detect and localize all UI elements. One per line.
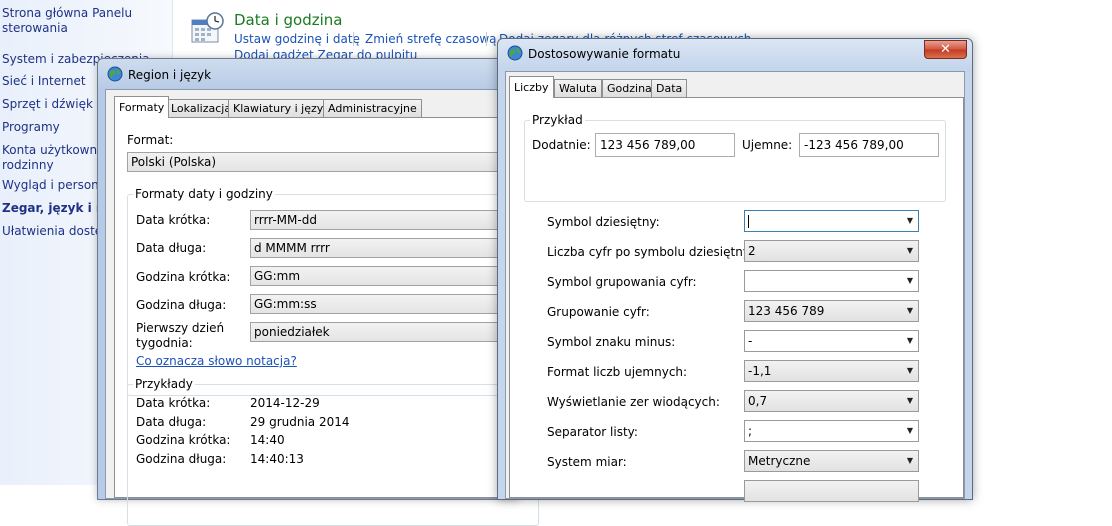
example-short-time-value: 14:40 xyxy=(250,433,285,447)
globe-icon xyxy=(507,45,523,61)
negative-format-value: -1,1 xyxy=(748,364,772,378)
chevron-down-icon: ▼ xyxy=(906,396,914,405)
list-separator-label: Separator listy: xyxy=(547,425,638,439)
digit-grouping-symbol-select[interactable]: ▼ xyxy=(744,270,919,292)
globe-icon xyxy=(107,66,123,82)
short-date-label: Data krótka: xyxy=(136,213,211,227)
format-label: Format: xyxy=(127,133,174,147)
close-button[interactable]: ✕ xyxy=(924,40,967,59)
digit-grouping-symbol-label: Symbol grupowania cyfr: xyxy=(547,275,697,289)
tab-time[interactable]: Godzina xyxy=(602,79,657,97)
customize-format-body: Liczby Waluta Godzina Data Przykład Doda… xyxy=(505,71,965,502)
leading-zeros-select[interactable]: 0,7 ▼ xyxy=(744,390,919,412)
measurement-system-label: System miar: xyxy=(547,455,627,469)
link-separator xyxy=(486,32,487,46)
leading-zeros-value: 0,7 xyxy=(748,394,768,408)
region-titlebar[interactable]: Region i język xyxy=(98,59,518,89)
section-title: Data i godzina xyxy=(234,11,343,29)
formats-tab-page: Format: Polski (Polska) Formaty daty i g… xyxy=(114,117,539,526)
numbers-tab-page: Przykład Dodatnie: 123 456 789,00 Ujemne… xyxy=(509,97,964,502)
decimal-digits-label: Liczba cyfr po symbolu dziesiętnym: xyxy=(547,245,766,259)
chevron-down-icon: ▼ xyxy=(906,336,914,345)
example-short-date-value: 2014-12-29 xyxy=(250,396,320,410)
set-date-time-link[interactable]: Ustaw godzinę i datę xyxy=(234,32,360,46)
tab-currency[interactable]: Waluta xyxy=(554,79,602,97)
chevron-down-icon: ▼ xyxy=(906,276,914,285)
long-date-select[interactable]: d MMMM rrrr xyxy=(250,238,530,258)
examples-title: Przykłady xyxy=(133,377,195,391)
tab-keyboards-languages[interactable]: Klawiatury i języki xyxy=(228,99,338,117)
positive-label: Dodatnie: xyxy=(532,138,591,152)
digit-grouping-value: 123 456 789 xyxy=(748,304,825,318)
example-long-time-label: Godzina długa: xyxy=(136,452,227,466)
tab-date[interactable]: Data xyxy=(651,79,688,97)
short-time-label: Godzina krótka: xyxy=(136,270,231,284)
decimal-symbol-select[interactable]: ▼ xyxy=(744,210,919,232)
example-title: Przykład xyxy=(530,113,585,127)
negative-format-label: Format liczb ujemnych: xyxy=(547,365,688,379)
sidebar-item-hardware-sound[interactable]: Sprzęt i dźwięk xyxy=(2,97,93,112)
negative-format-select[interactable]: -1,1 ▼ xyxy=(744,360,919,382)
customize-format-title: Dostosowywanie formatu xyxy=(528,47,681,61)
first-day-label: Pierwszy dzień xyxy=(136,321,225,335)
measurement-system-value: Metryczne xyxy=(748,454,811,468)
negative-sign-select[interactable]: - ▼ xyxy=(744,330,919,352)
leading-zeros-label: Wyświetlanie zer wiodących: xyxy=(547,395,720,409)
measurement-system-select[interactable]: Metryczne ▼ xyxy=(744,450,919,472)
sidebar-item-home[interactable]: Strona główna Panelu xyxy=(2,6,132,21)
list-separator-select[interactable]: ; ▼ xyxy=(744,420,919,442)
region-tabbar: Formaty Lokalizacja Klawiatury i języki … xyxy=(106,96,510,118)
decimal-digits-select[interactable]: 2 ▼ xyxy=(744,240,919,262)
tab-administrative[interactable]: Administracyjne xyxy=(323,99,422,117)
first-day-select[interactable]: poniedziałek xyxy=(250,322,530,342)
sidebar-item-programs[interactable]: Programy xyxy=(2,120,60,135)
chevron-down-icon: ▼ xyxy=(906,456,914,465)
next-option-select[interactable] xyxy=(744,480,919,502)
example-long-date-label: Data długa: xyxy=(136,415,207,429)
region-dialog-title: Region i język xyxy=(128,68,212,82)
chevron-down-icon: ▼ xyxy=(906,366,914,375)
example-short-date-label: Data krótka: xyxy=(136,396,211,410)
digit-grouping-select[interactable]: 123 456 789 ▼ xyxy=(744,300,919,322)
example-short-time-label: Godzina krótka: xyxy=(136,433,231,447)
list-separator-value: ; xyxy=(748,424,753,438)
sidebar-item-home-cont[interactable]: sterowania xyxy=(2,21,68,36)
long-time-label: Godzina długa: xyxy=(136,298,227,312)
negative-sign-value: - xyxy=(748,334,753,348)
first-day-label-cont: tygodnia: xyxy=(136,336,193,350)
digit-grouping-label: Grupowanie cyfr: xyxy=(547,305,650,319)
negative-example-field: -123 456 789,00 xyxy=(799,133,939,157)
example-long-time-value: 14:40:13 xyxy=(250,452,304,466)
positive-example-field: 123 456 789,00 xyxy=(595,133,735,157)
chevron-down-icon: ▼ xyxy=(906,216,914,225)
decimal-digits-value: 2 xyxy=(748,244,756,258)
sidebar-item-user-accounts-cont[interactable]: rodzinny xyxy=(2,158,54,173)
tab-numbers[interactable]: Liczby xyxy=(509,76,554,98)
example-long-date-value: 29 grudnia 2014 xyxy=(250,415,350,429)
link-separator xyxy=(353,32,354,46)
negative-sign-label: Symbol znaku minus: xyxy=(547,335,676,349)
short-date-select[interactable]: rrrr-MM-dd xyxy=(250,210,530,230)
chevron-down-icon: ▼ xyxy=(906,426,914,435)
chevron-down-icon: ▼ xyxy=(906,306,914,315)
tab-formats[interactable]: Formaty xyxy=(114,96,170,118)
long-date-label: Data długa: xyxy=(136,241,207,255)
customize-format-dialog: Dostosowywanie formatu ✕ Liczby Waluta G… xyxy=(497,38,973,502)
notation-help-link[interactable]: Co oznacza słowo notacja? xyxy=(136,354,297,368)
sidebar-item-network[interactable]: Sieć i Internet xyxy=(2,74,86,89)
tab-location[interactable]: Lokalizacja xyxy=(166,99,237,117)
chevron-down-icon: ▼ xyxy=(906,246,914,255)
calendar-clock-icon xyxy=(191,12,225,44)
negative-label: Ujemne: xyxy=(742,138,793,152)
format-select[interactable]: Polski (Polska) xyxy=(127,152,527,172)
long-time-select[interactable]: GG:mm:ss xyxy=(250,294,530,314)
date-time-formats-title: Formaty daty i godziny xyxy=(133,187,275,201)
text-caret xyxy=(748,215,749,228)
change-timezone-link[interactable]: Zmień strefę czasową xyxy=(365,32,497,46)
decimal-symbol-label: Symbol dziesiętny: xyxy=(547,215,660,229)
short-time-select[interactable]: GG:mm xyxy=(250,266,530,286)
region-dialog-body: Formaty Lokalizacja Klawiatury i języki … xyxy=(105,89,539,526)
region-language-dialog: Region i język Formaty Lokalizacja Klawi… xyxy=(97,58,539,526)
format-tabbar: Liczby Waluta Godzina Data xyxy=(506,76,964,98)
